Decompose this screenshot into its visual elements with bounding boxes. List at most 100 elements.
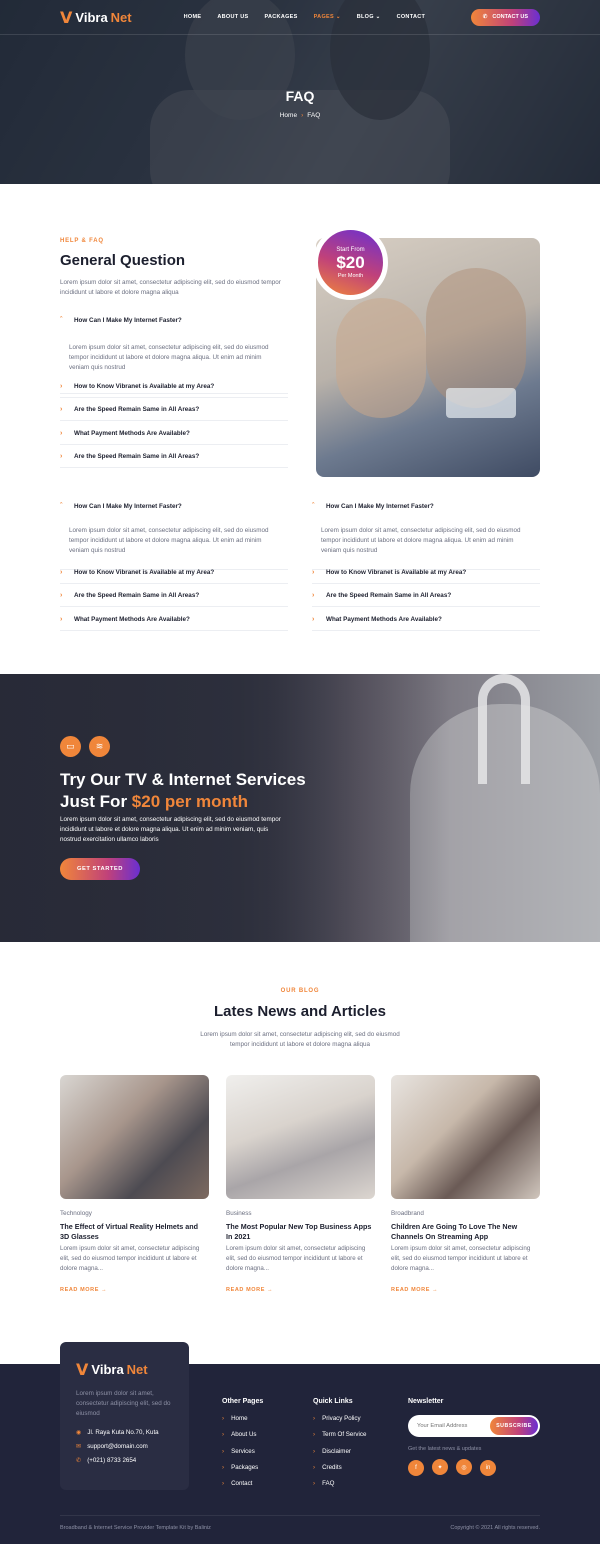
- chevron-right-icon: ›: [312, 591, 315, 599]
- nav-blog[interactable]: BLOG ⌄: [357, 14, 381, 20]
- chevron-up-icon: ˆ: [60, 316, 63, 324]
- blog-card[interactable]: Broadbrand Children Are Going To Love Th…: [391, 1075, 540, 1293]
- read-more-link[interactable]: READ MORE →: [226, 1287, 375, 1293]
- blog-image: [226, 1075, 375, 1199]
- footer-link[interactable]: › Credits: [313, 1464, 366, 1480]
- nav-home[interactable]: HOME: [184, 14, 202, 20]
- chevron-right-icon: ›: [313, 1431, 316, 1439]
- price-badge: Start From $20 Per Month: [313, 225, 388, 300]
- linkedin-icon[interactable]: in: [480, 1459, 496, 1476]
- logo[interactable]: V Vibra Net: [60, 8, 132, 27]
- blog-post-title[interactable]: The Effect of Virtual Reality Helmets an…: [60, 1222, 209, 1242]
- blog-excerpt: Lorem ipsum dolor sit amet, consectetur …: [391, 1245, 531, 1272]
- footer-link[interactable]: › Services: [222, 1448, 263, 1464]
- chevron-up-icon: ˆ: [312, 502, 315, 510]
- chevron-right-icon: ›: [60, 452, 63, 460]
- footer-other-pages: Other Pages › Home › About Us › Services › P…: [222, 1398, 263, 1496]
- faq-item[interactable]: › What Payment Methods Are Available?: [60, 422, 288, 445]
- faq-item[interactable]: › Are the Speed Remain Same in All Areas?: [60, 445, 288, 468]
- blog-kicker: OUR BLOG: [280, 988, 320, 994]
- blog-excerpt: Lorem ipsum dolor sit amet, consectetur …: [226, 1245, 366, 1272]
- nav-about[interactable]: ABOUT US: [217, 14, 248, 20]
- breadcrumb-home[interactable]: Home: [280, 112, 297, 119]
- instagram-icon[interactable]: ◎: [456, 1459, 472, 1475]
- blog-excerpt: Lorem ipsum dolor sit amet, consectetur …: [60, 1245, 200, 1272]
- footer-link[interactable]: › About Us: [222, 1431, 263, 1447]
- faq-item[interactable]: › Are the Speed Remain Same in All Areas?: [60, 398, 288, 421]
- footer-divider: [60, 1515, 540, 1516]
- chevron-right-icon: ›: [60, 382, 63, 390]
- chevron-right-icon: ›: [312, 615, 315, 623]
- cta-title: Try Our TV & Internet Services Just For …: [60, 770, 306, 811]
- faq-item[interactable]: › How to Know Vibranet is Available at my…: [60, 375, 288, 398]
- facebook-icon[interactable]: f: [408, 1459, 424, 1476]
- blog-category: Broadbrand: [391, 1210, 424, 1217]
- blog-post-title[interactable]: Children Are Going To Love The New Chann…: [391, 1222, 540, 1242]
- footer-copyright: Copyright © 2021 All rights reserved.: [450, 1525, 540, 1531]
- chevron-right-icon: ›: [313, 1415, 316, 1422]
- faq-question[interactable]: ˆ How Can I Make My Internet Faster?: [60, 495, 288, 517]
- nav-contact[interactable]: CONTACT: [397, 14, 426, 20]
- read-more-link[interactable]: READ MORE →: [391, 1287, 540, 1293]
- blog-category: Technology: [60, 1210, 92, 1217]
- top-navigation: V Vibra Net HOME ABOUT US PACKAGES PAGES …: [0, 0, 600, 35]
- arrow-right-icon: →: [432, 1287, 439, 1293]
- chevron-right-icon: ›: [60, 429, 63, 437]
- faq-kicker: HELP & FAQ: [60, 238, 104, 244]
- chevron-right-icon: ›: [60, 615, 63, 623]
- chevron-down-icon: ⌄: [335, 14, 341, 20]
- footer-link[interactable]: › Privacy Policy: [313, 1415, 366, 1431]
- read-more-link[interactable]: READ MORE →: [60, 1287, 209, 1293]
- faq-item[interactable]: › What Payment Methods Are Available?: [312, 608, 540, 631]
- blog-card[interactable]: Business The Most Popular New Top Busine…: [226, 1075, 375, 1293]
- footer-link[interactable]: › FAQ: [313, 1480, 366, 1496]
- contact-us-button[interactable]: ✆ CONTACT US: [470, 8, 540, 26]
- faq-item[interactable]: › How to Know Vibranet is Available at my…: [60, 561, 288, 584]
- faq-answer: Lorem ipsum dolor sit amet, consectetur …: [69, 527, 269, 554]
- footer-logo[interactable]: V Vibra Net: [76, 1360, 173, 1379]
- wifi-icon: ≋: [89, 736, 110, 757]
- footer-link[interactable]: › Home: [222, 1415, 263, 1431]
- footer-phone[interactable]: ✆ (+021) 8733 2654: [76, 1457, 173, 1464]
- footer-credit: Broadband & Internet Service Provider Te…: [60, 1525, 211, 1531]
- cta-text: Lorem ipsum dolor sit amet, consectetur …: [60, 816, 281, 843]
- cta-banner: ▭ ≋ Try Our TV & Internet Services Just …: [0, 674, 600, 942]
- breadcrumb: Home › FAQ: [0, 112, 600, 119]
- faq-item[interactable]: › How to Know Vibranet is Available at my…: [312, 561, 540, 584]
- faq-question[interactable]: ˆ How Can I Make My Internet Faster?: [312, 495, 540, 517]
- footer-link[interactable]: › Disclaimer: [313, 1448, 366, 1464]
- blog-title: Lates News and Articles: [213, 1003, 386, 1020]
- chevron-up-icon: ˆ: [60, 502, 63, 510]
- faq-item[interactable]: › What Payment Methods Are Available?: [60, 608, 288, 631]
- chevron-right-icon: ›: [222, 1431, 225, 1439]
- chevron-right-icon: ›: [301, 112, 304, 119]
- location-pin-icon: ◉: [76, 1429, 82, 1436]
- blog-post-title[interactable]: The Most Popular New Top Business Apps I…: [226, 1222, 375, 1242]
- footer-link[interactable]: › Packages: [222, 1464, 263, 1480]
- faq-item-open: ˆ How Can I Make My Internet Faster? Lore…: [60, 495, 288, 570]
- chevron-right-icon: ›: [222, 1480, 225, 1488]
- chevron-right-icon: ›: [60, 405, 63, 413]
- footer-link[interactable]: › Contact: [222, 1480, 263, 1496]
- tv-icon: ▭: [60, 736, 81, 757]
- phone-icon: ✆: [76, 1457, 82, 1464]
- arrow-right-icon: →: [101, 1287, 108, 1293]
- main-menu: HOME ABOUT US PACKAGES PAGES ⌄ BLOG ⌄ CO…: [184, 14, 426, 20]
- tablet: [446, 388, 516, 418]
- nav-packages[interactable]: PACKAGES: [264, 14, 297, 20]
- faq-item[interactable]: › Are the Speed Remain Same in All Areas?: [60, 584, 288, 607]
- faq-item-open: ˆ How Can I Make My Internet Faster? Lore…: [312, 495, 540, 570]
- get-started-button[interactable]: GET STARTED: [60, 858, 140, 880]
- footer-link[interactable]: › Term Of Service: [313, 1431, 366, 1447]
- subscribe-button[interactable]: SUBSCRIBE: [490, 1417, 538, 1435]
- twitter-icon[interactable]: ✦: [432, 1459, 448, 1475]
- newsletter-email-input[interactable]: [417, 1415, 487, 1437]
- blog-category: Business: [226, 1210, 252, 1217]
- faq-item[interactable]: › Are the Speed Remain Same in All Areas?: [312, 584, 540, 607]
- footer-email[interactable]: ✉ support@domain.com: [76, 1443, 173, 1450]
- site-footer: V Vibra Net Lorem ipsum dolor sit amet, c…: [0, 1342, 600, 1544]
- nav-pages[interactable]: PAGES ⌄: [314, 14, 341, 20]
- blog-card[interactable]: Technology The Effect of Virtual Reality…: [60, 1075, 209, 1293]
- chevron-down-icon: ⌄: [375, 14, 381, 20]
- faq-question[interactable]: ˆ How Can I Make My Internet Faster?: [60, 309, 288, 331]
